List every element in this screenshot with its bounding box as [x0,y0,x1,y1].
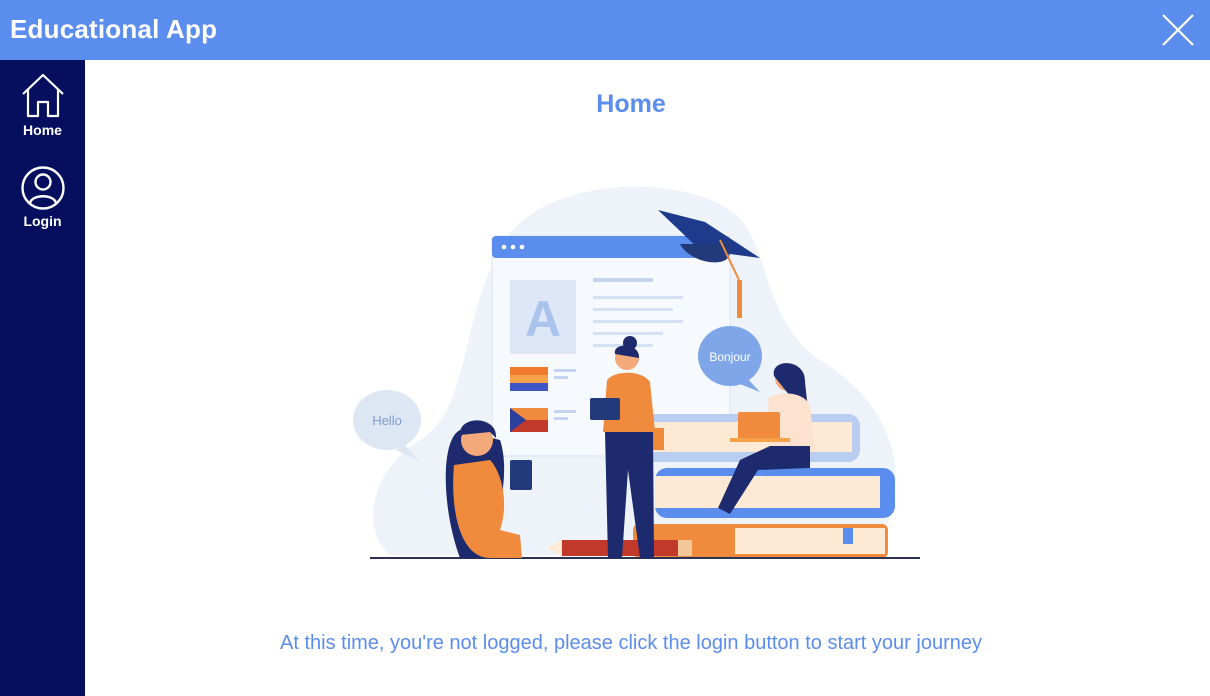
home-icon [21,73,64,118]
close-icon [1162,14,1194,46]
sidebar-item-label: Login [23,213,62,229]
sidebar-item-label: Home [23,122,62,138]
title-bar: Educational App [0,0,1210,60]
user-circle-icon [20,166,65,210]
main-content: Home A Hello Bonjour At this time, you'r… [85,60,1210,696]
illustration-letter: A [525,291,561,347]
education-illustration: A Hello Bonjour [353,186,920,559]
speech-bubble-bonjour: Bonjour [709,350,750,364]
app-title: Educational App [10,14,218,44]
close-button[interactable] [1160,12,1196,48]
sidebar-item-login[interactable]: Login [0,165,85,229]
sidebar-item-home[interactable]: Home [0,70,85,138]
page-title: Home [596,90,666,118]
sidebar: Home Login [0,60,85,696]
login-prompt-message: At this time, you're not logged, please … [280,632,982,654]
speech-bubble-hello: Hello [372,413,402,428]
